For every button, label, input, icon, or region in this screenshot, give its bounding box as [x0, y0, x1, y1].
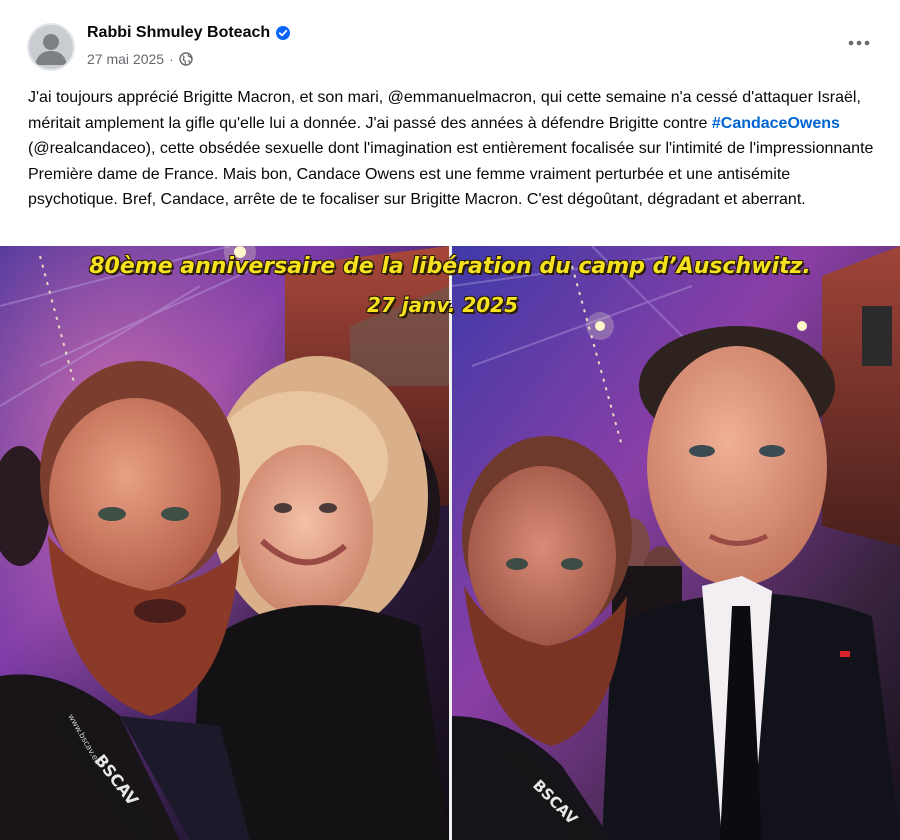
post-text-part2: (@realcandaceo), cette obsédée sexuelle … [28, 140, 874, 208]
meta-separator: · [169, 51, 174, 67]
photo-left[interactable]: BSCAV www.bscav.eu [0, 246, 449, 840]
more-options-button[interactable] [846, 30, 872, 56]
author-name[interactable]: Rabbi Shmuley Boteach [87, 24, 270, 42]
default-avatar-icon [29, 25, 73, 69]
profile-avatar[interactable] [27, 23, 75, 71]
post-text: J'ai toujours apprécié Brigitte Macron, … [28, 85, 878, 213]
image-overlay-title: 80ème anniversaire de la libération du c… [89, 254, 811, 279]
hashtag-link[interactable]: #CandaceOwens [712, 115, 840, 132]
post-meta: 27 mai 2025 · [87, 51, 193, 67]
author-line: Rabbi Shmuley Boteach [87, 24, 291, 42]
photo-right[interactable]: BSCAV [452, 246, 900, 840]
image-overlay-date: 27 janv. 2025 [366, 293, 518, 317]
post-header: Rabbi Shmuley Boteach 27 mai 2025 · [0, 0, 900, 84]
globe-icon[interactable] [179, 52, 193, 66]
more-options-icon [848, 40, 870, 46]
post-date[interactable]: 27 mai 2025 [87, 51, 164, 67]
verified-badge-icon [276, 26, 291, 40]
